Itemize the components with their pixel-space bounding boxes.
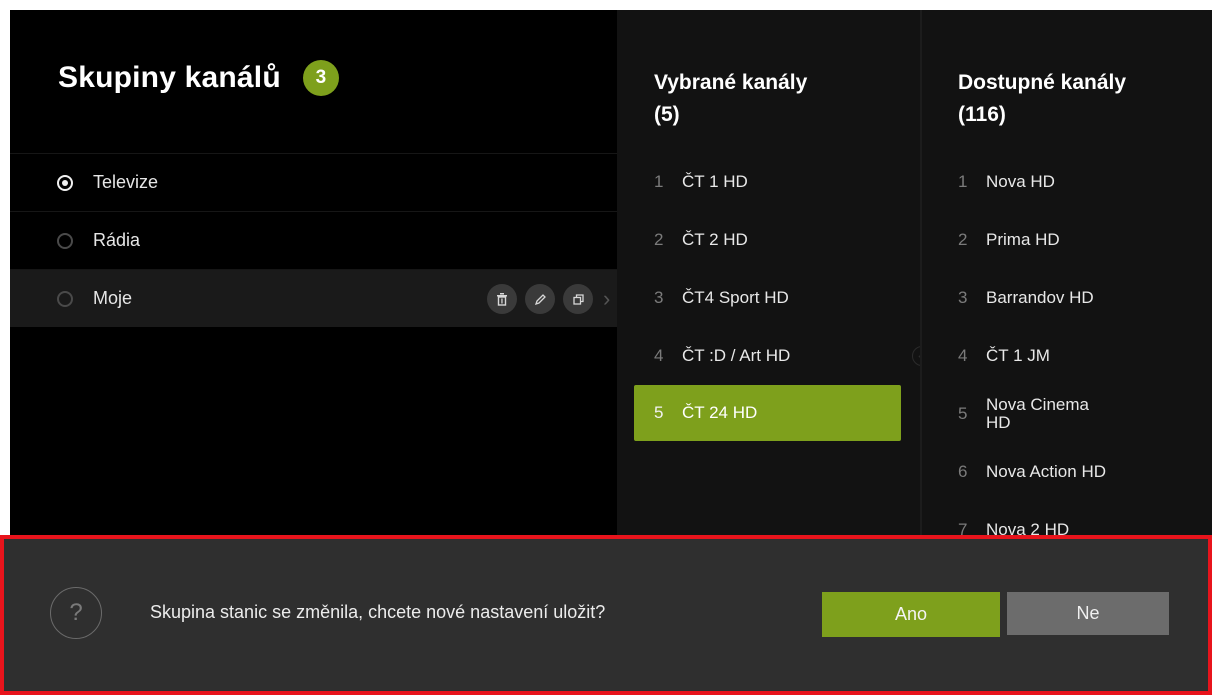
selected-channel-item[interactable]: 3 ČT4 Sport HD [617, 269, 920, 327]
available-count-text: (116) [958, 103, 1006, 126]
selected-channels-title: Vybrané kanály (5) [654, 67, 807, 131]
channel-number: 4 [654, 346, 664, 365]
selected-channel-item-focused[interactable]: 5 ČT 24 HD [634, 385, 901, 441]
group-label: Televize [93, 172, 159, 192]
question-mark-icon: ? [50, 587, 102, 639]
radio-selected-icon[interactable] [57, 174, 73, 191]
channel-name: ČT :D / Art HD [682, 346, 791, 365]
channel-number: 5 [958, 404, 968, 423]
channel-name: Nova Action HD [986, 462, 1106, 481]
available-channel-item[interactable]: 4 ČT 1 JM [922, 327, 1212, 385]
available-channel-item[interactable]: 1 Nova HD [922, 153, 1212, 211]
group-label: Moje [93, 288, 133, 308]
selected-channel-item[interactable]: 4 ČT :D / Art HD [617, 327, 920, 385]
radio-icon[interactable] [57, 290, 73, 307]
channel-name: ČT 1 JM [986, 346, 1050, 365]
available-channel-item[interactable]: 6 Nova Action HD [922, 443, 1212, 501]
available-channel-list: 1 Nova HD 2 Prima HD 3 Barrandov HD 4 ČT… [922, 153, 1212, 559]
channel-number: 1 [958, 172, 968, 191]
channel-groups-panel: Skupiny kanálů 3 Televize Rádia Moje › [10, 10, 617, 545]
group-list: Televize Rádia Moje › [10, 153, 617, 327]
channel-number: 2 [654, 230, 664, 249]
available-channel-item[interactable]: 5 Nova Cinema HD [922, 385, 1212, 443]
group-item-moje[interactable]: Moje › [10, 269, 617, 327]
channel-number: 4 [958, 346, 968, 365]
group-actions: › [487, 284, 617, 314]
radio-icon[interactable] [57, 232, 73, 249]
channel-number: 1 [654, 172, 664, 191]
group-item-televize[interactable]: Televize [10, 153, 617, 211]
channel-name: ČT 2 HD [682, 230, 748, 249]
yes-button[interactable]: Ano [822, 592, 1000, 637]
selected-channels-panel: Vybrané kanály (5) 1 ČT 1 HD 2 ČT 2 HD 3… [617, 10, 920, 545]
no-button[interactable]: Ne [1007, 592, 1169, 635]
save-changes-dialog: ? Skupina stanic se změnila, chcete nové… [0, 535, 1212, 695]
page-title: Skupiny kanálů [58, 61, 281, 94]
available-title-text: Dostupné kanály [958, 71, 1127, 94]
channel-number: 3 [958, 288, 968, 307]
group-count-badge: 3 [302, 60, 339, 96]
trash-icon[interactable] [487, 284, 517, 314]
channel-number: 2 [958, 230, 968, 249]
groups-header: Skupiny kanálů 3 [58, 60, 339, 96]
channel-name: ČT4 Sport HD [682, 288, 789, 307]
selected-title-text: Vybrané kanály [654, 71, 808, 94]
channel-name: ČT 24 HD [682, 403, 758, 422]
selected-count-text: (5) [654, 103, 680, 126]
dialog-message: Skupina stanic se změnila, chcete nové n… [150, 602, 606, 622]
available-channels-panel: Dostupné kanály (116) 1 Nova HD 2 Prima … [920, 10, 1212, 545]
channel-number: 3 [654, 288, 664, 307]
selected-channel-list: 1 ČT 1 HD 2 ČT 2 HD 3 ČT4 Sport HD 4 ČT … [617, 153, 920, 441]
channel-number: 6 [958, 462, 968, 481]
group-label: Rádia [93, 230, 141, 250]
selected-channel-item[interactable]: 2 ČT 2 HD [617, 211, 920, 269]
available-channels-title: Dostupné kanály (116) [958, 67, 1126, 131]
available-channel-item[interactable]: 2 Prima HD [922, 211, 1212, 269]
channel-name: Nova Cinema HD [986, 395, 1089, 432]
channel-name: ČT 1 HD [682, 172, 748, 191]
copy-icon[interactable] [563, 284, 593, 314]
channel-name: Barrandov HD [986, 288, 1094, 307]
channel-name: Prima HD [986, 230, 1060, 249]
channel-name: Nova HD [986, 172, 1055, 191]
channel-number: 5 [654, 403, 664, 422]
edit-pencil-icon[interactable] [525, 284, 555, 314]
available-channel-item[interactable]: 3 Barrandov HD [922, 269, 1212, 327]
selected-channel-item[interactable]: 1 ČT 1 HD [617, 153, 920, 211]
chevron-right-icon[interactable]: › [603, 286, 617, 312]
group-item-radia[interactable]: Rádia [10, 211, 617, 269]
